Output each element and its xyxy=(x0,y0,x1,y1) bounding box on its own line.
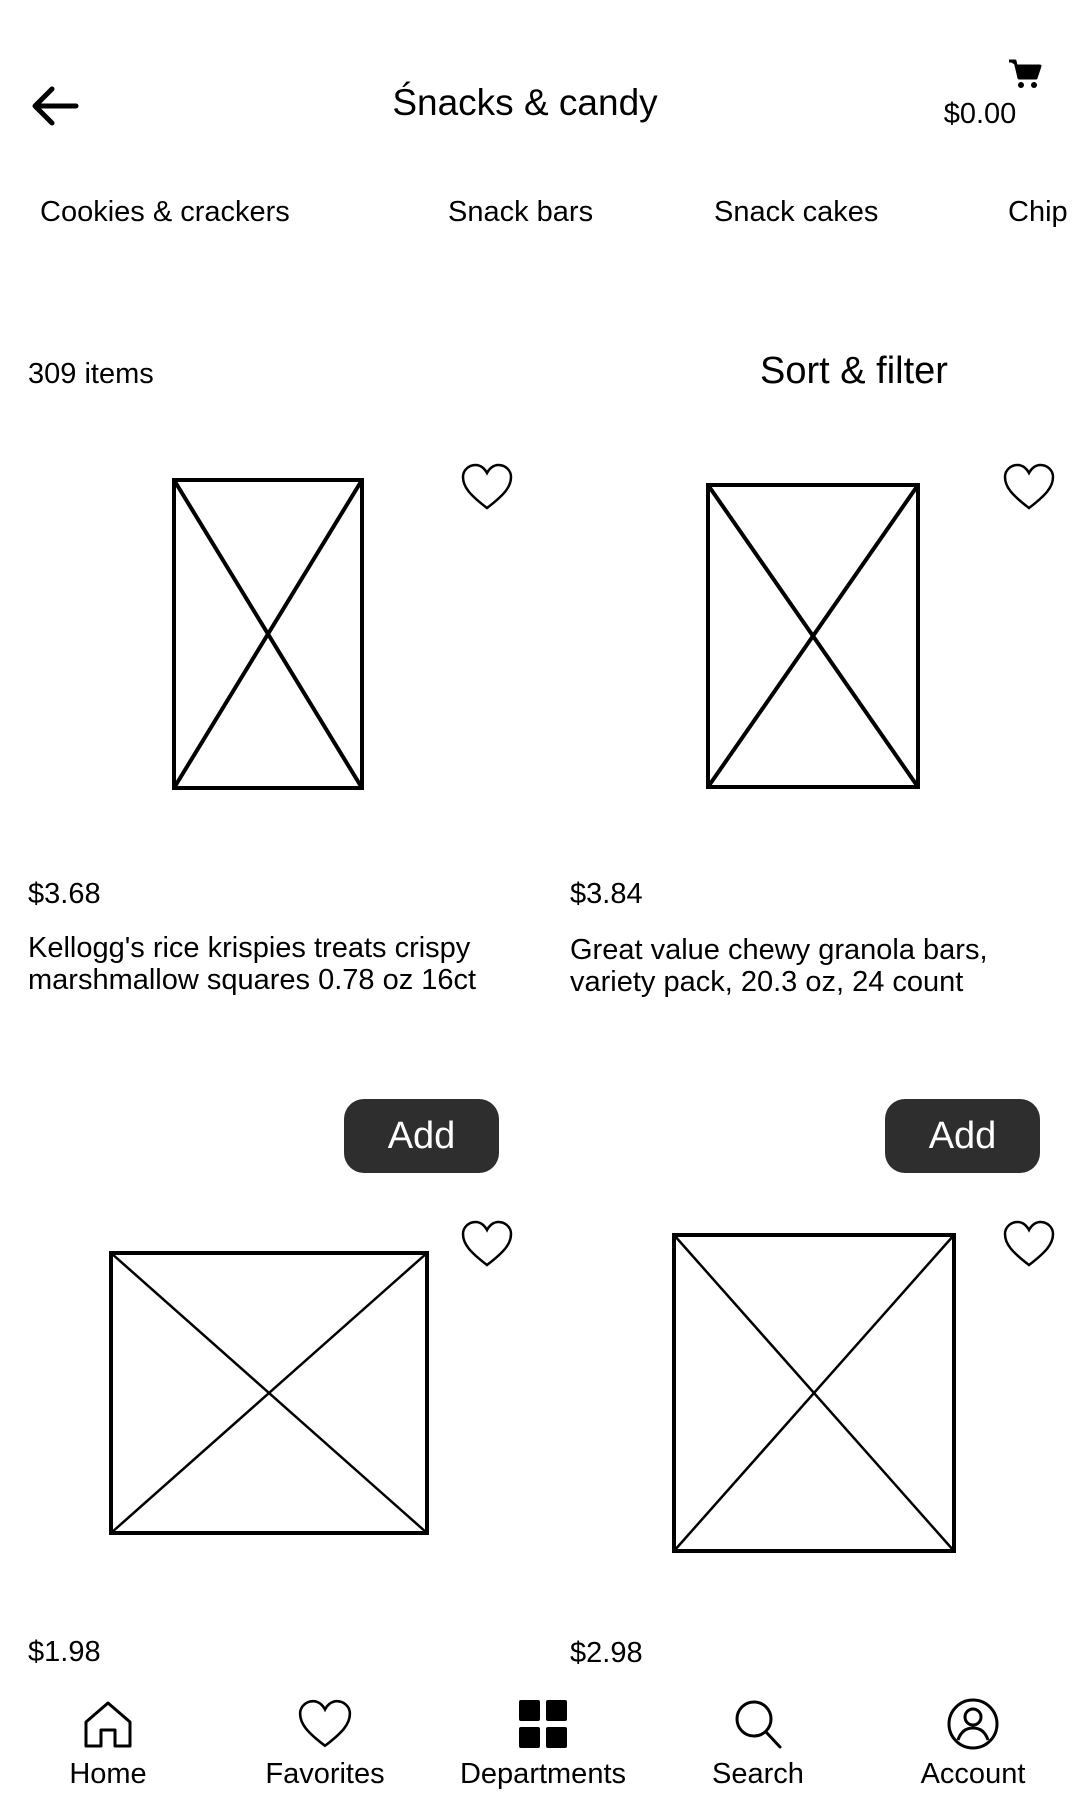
product-image-placeholder[interactable] xyxy=(672,1233,956,1553)
product-name[interactable]: Kellogg's rice krispies treats crispy ma… xyxy=(28,932,498,996)
category-tab-snack-bars[interactable]: Snack bars xyxy=(448,196,593,229)
product-price: $2.98 xyxy=(570,1637,643,1669)
add-to-cart-button[interactable]: Add xyxy=(344,1099,499,1173)
favorite-button[interactable] xyxy=(460,462,514,512)
favorite-button[interactable] xyxy=(460,1219,514,1269)
grid-icon xyxy=(519,1700,567,1748)
product-image-placeholder[interactable] xyxy=(172,478,364,790)
heart-icon xyxy=(1003,1220,1055,1267)
back-button[interactable] xyxy=(28,80,80,132)
nav-home[interactable]: Home xyxy=(8,1698,208,1791)
category-tab-chip[interactable]: Chip xyxy=(1008,196,1068,229)
home-icon xyxy=(84,1701,132,1748)
nav-search[interactable]: Search xyxy=(658,1698,858,1791)
cart-total: $0.00 xyxy=(943,98,1017,130)
favorite-button[interactable] xyxy=(1002,462,1056,512)
heart-icon xyxy=(1003,463,1055,510)
nav-departments-label: Departments xyxy=(459,1758,626,1790)
category-tab-snack-cakes[interactable]: Snack cakes xyxy=(714,196,878,229)
nav-account-label: Account xyxy=(920,1758,1026,1790)
search-icon xyxy=(735,1700,782,1749)
product-price: $3.84 xyxy=(570,878,643,910)
category-tab-cookies-crackers[interactable]: Cookies & crackers xyxy=(40,196,290,229)
product-price: $3.68 xyxy=(28,878,101,910)
heart-icon xyxy=(461,463,513,510)
cart-button[interactable] xyxy=(1008,58,1042,90)
heart-icon xyxy=(461,1220,513,1267)
nav-departments[interactable]: Departments xyxy=(443,1698,643,1791)
product-image-placeholder[interactable] xyxy=(109,1251,429,1535)
nav-search-label: Search xyxy=(712,1758,804,1790)
heart-icon xyxy=(298,1699,352,1748)
nav-home-label: Home xyxy=(69,1758,147,1790)
page-title: Śnacks & candy xyxy=(392,82,658,123)
nav-favorites-label: Favorites xyxy=(265,1758,385,1790)
add-to-cart-button[interactable]: Add xyxy=(885,1099,1040,1173)
favorite-button[interactable] xyxy=(1002,1219,1056,1269)
sort-filter-button[interactable]: Sort & filter xyxy=(760,350,948,393)
product-price: $1.98 xyxy=(28,1636,101,1668)
arrow-left-icon xyxy=(32,86,79,126)
account-icon xyxy=(947,1698,999,1750)
cart-icon xyxy=(1009,59,1042,88)
nav-account[interactable]: Account xyxy=(873,1698,1073,1791)
nav-favorites[interactable]: Favorites xyxy=(225,1698,425,1791)
product-image-placeholder[interactable] xyxy=(706,483,920,789)
results-count: 309 items xyxy=(28,358,154,390)
product-name[interactable]: Great value chewy granola bars, variety … xyxy=(570,934,1040,998)
